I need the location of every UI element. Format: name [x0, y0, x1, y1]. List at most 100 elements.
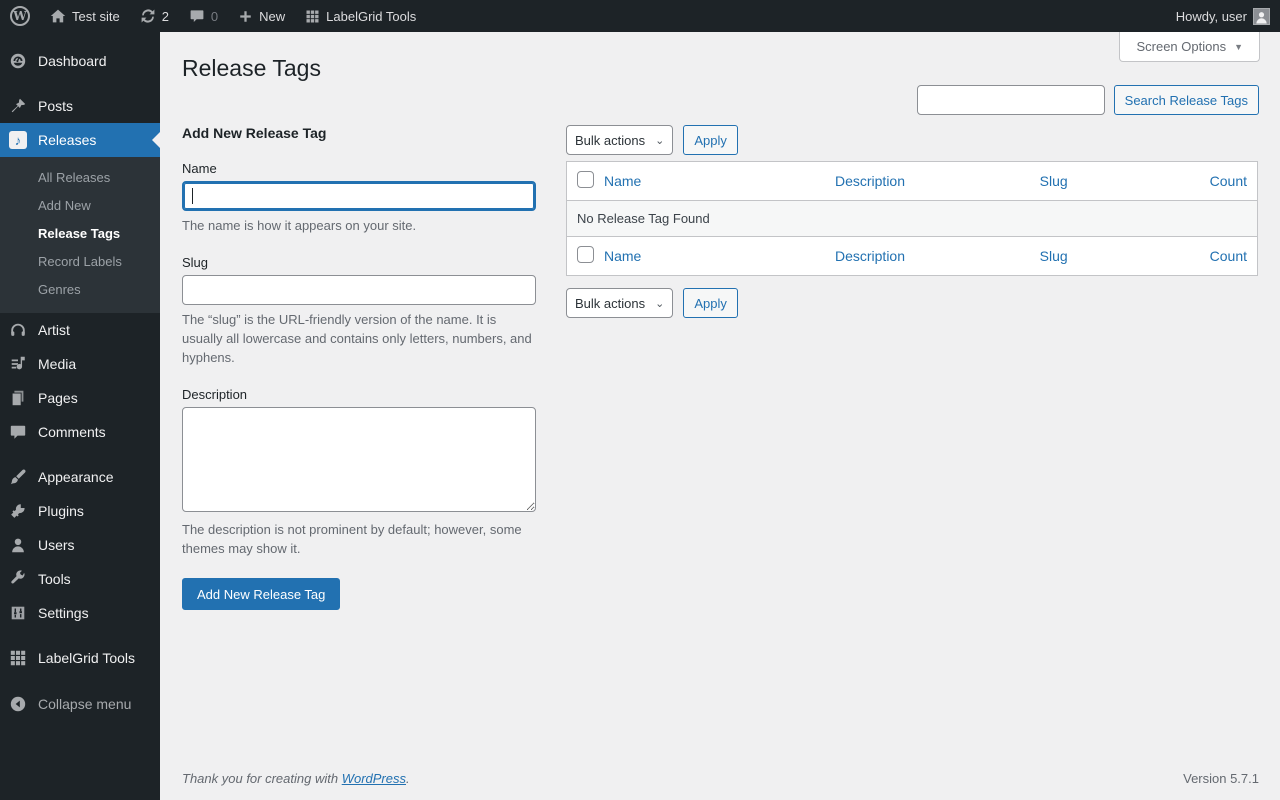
release-tags-table: Name Description Slug Count No Release T…: [566, 161, 1258, 276]
comments-menu[interactable]: 0: [179, 0, 228, 32]
site-name-label: Test site: [72, 8, 120, 24]
media-icon: [8, 354, 28, 374]
collapse-icon: [8, 694, 28, 714]
sidebar-item-plugins[interactable]: Plugins: [0, 494, 160, 528]
search-release-tags-button[interactable]: Search Release Tags: [1113, 85, 1259, 115]
comment-bubble-icon: [189, 8, 205, 24]
main-content: Screen Options ▼ Release Tags Search Rel…: [160, 32, 1280, 800]
sidebar-item-settings[interactable]: Settings: [0, 596, 160, 630]
comments-count: 0: [210, 8, 219, 24]
submenu-item-release-tags[interactable]: Release Tags: [0, 220, 160, 248]
add-tag-form: Add New Release Tag Name The name is how…: [182, 125, 536, 610]
labelgrid-tools-label: LabelGrid Tools: [326, 8, 417, 24]
sidebar-item-posts[interactable]: Posts: [0, 89, 160, 123]
columns: Add New Release Tag Name The name is how…: [160, 125, 1280, 610]
user-icon: [8, 535, 28, 555]
slug-input[interactable]: [182, 275, 536, 305]
table-footer-row: Name Description Slug Count: [567, 237, 1258, 276]
name-label: Name: [182, 161, 217, 176]
sidebar-item-pages[interactable]: Pages: [0, 381, 160, 415]
footer-thanks-period: .: [406, 771, 410, 786]
sidebar-item-label: Pages: [38, 390, 78, 406]
description-textarea[interactable]: [182, 407, 536, 512]
update-icon: [140, 8, 156, 24]
site-name-menu[interactable]: Test site: [40, 0, 130, 32]
menu-separator: [0, 449, 160, 460]
submenu-item-genres[interactable]: Genres: [0, 276, 160, 304]
sidebar-item-comments[interactable]: Comments: [0, 415, 160, 449]
sidebar-item-tools[interactable]: Tools: [0, 562, 160, 596]
sidebar-item-label: Settings: [38, 605, 89, 621]
updates-menu[interactable]: 2: [130, 0, 179, 32]
dashboard-icon: [8, 51, 28, 71]
search-input[interactable]: [916, 85, 1105, 115]
comment-icon: [8, 422, 28, 442]
slug-help-text: The “slug” is the URL-friendly version o…: [182, 312, 532, 365]
sort-by-slug-link[interactable]: Slug: [1040, 173, 1068, 189]
updates-count: 2: [161, 8, 169, 24]
add-new-release-tag-button[interactable]: Add New Release Tag: [182, 578, 341, 610]
sidebar-item-label: Comments: [38, 424, 106, 440]
description-help-text: The description is not prominent by defa…: [182, 522, 522, 556]
sort-by-count-link[interactable]: Count: [1210, 248, 1247, 264]
slug-field-group: Slug The “slug” is the URL-friendly vers…: [182, 255, 536, 367]
sidebar-item-artist[interactable]: Artist: [0, 313, 160, 347]
labelgrid-tools-menu[interactable]: LabelGrid Tools: [295, 0, 426, 32]
settings-icon: [8, 603, 28, 623]
plus-icon: [238, 9, 253, 24]
submenu-item-all-releases[interactable]: All Releases: [0, 164, 160, 192]
submenu-item-record-labels[interactable]: Record Labels: [0, 248, 160, 276]
sidebar-item-users[interactable]: Users: [0, 528, 160, 562]
sidebar-item-label: Users: [38, 537, 75, 553]
form-heading: Add New Release Tag: [182, 125, 327, 141]
apply-button-bottom[interactable]: Apply: [683, 288, 738, 318]
new-menu[interactable]: New: [228, 0, 295, 32]
sort-by-slug-link[interactable]: Slug: [1040, 248, 1068, 264]
sort-by-description-link[interactable]: Description: [835, 248, 905, 264]
collapse-menu-button[interactable]: Collapse menu: [0, 687, 160, 721]
pages-icon: [8, 388, 28, 408]
wordpress-link[interactable]: WordPress: [342, 771, 406, 786]
bulk-actions-select[interactable]: Bulk actions ⌄: [566, 125, 674, 155]
chevron-down-icon: ⌄: [655, 297, 665, 310]
sort-by-description-link[interactable]: Description: [835, 173, 905, 189]
sort-by-count-link[interactable]: Count: [1210, 173, 1247, 189]
page-header: Release Tags Search Release Tags: [160, 32, 1280, 125]
sidebar-item-dashboard[interactable]: Dashboard: [0, 44, 160, 78]
sidebar-item-label: Media: [38, 356, 77, 372]
account-menu[interactable]: Howdy, user: [1166, 0, 1280, 32]
sidebar-item-label: Plugins: [38, 503, 84, 519]
bulk-actions-toolbar-bottom: Bulk actions ⌄ Apply: [566, 288, 1258, 318]
home-icon: [50, 8, 66, 24]
bulk-actions-label: Bulk actions: [575, 132, 646, 148]
sidebar-item-releases[interactable]: ♪ Releases: [0, 123, 160, 157]
wordpress-logo-menu[interactable]: W: [0, 0, 40, 32]
select-all-checkbox-bottom[interactable]: [577, 246, 594, 263]
sort-by-name-link[interactable]: Name: [604, 173, 641, 189]
sidebar-item-media[interactable]: Media: [0, 347, 160, 381]
sort-by-name-link[interactable]: Name: [604, 248, 641, 264]
wordpress-logo-icon: W: [10, 6, 30, 26]
menu-separator: [0, 630, 160, 641]
table-header-row: Name Description Slug Count: [567, 162, 1258, 201]
sidebar-item-label: Dashboard: [38, 53, 107, 69]
submenu-item-add-new[interactable]: Add New: [0, 192, 160, 220]
bulk-actions-toolbar-top: Bulk actions ⌄ Apply: [566, 125, 1258, 155]
select-all-checkbox-top[interactable]: [577, 171, 594, 188]
sidebar-item-labelgrid-tools[interactable]: LabelGrid Tools: [0, 641, 160, 675]
search-form: Search Release Tags: [916, 85, 1259, 115]
headphones-icon: [8, 320, 28, 340]
sidebar-item-label: Posts: [38, 98, 74, 114]
grid-icon: [8, 648, 28, 668]
chevron-down-icon: ⌄: [655, 134, 665, 147]
name-input[interactable]: [182, 181, 536, 211]
sidebar-item-appearance[interactable]: Appearance: [0, 460, 160, 494]
footer-thanks: Thank you for creating with WordPress.: [182, 771, 410, 786]
bulk-actions-select-bottom[interactable]: Bulk actions ⌄: [566, 288, 674, 318]
description-label: Description: [182, 387, 248, 402]
apply-button-top[interactable]: Apply: [683, 125, 738, 155]
sidebar-item-label: Artist: [38, 322, 70, 338]
sidebar-item-label: Appearance: [38, 469, 114, 485]
admin-sidebar: Dashboard Posts ♪ Releases All Releases …: [0, 32, 160, 800]
footer-thanks-text: Thank you for creating with: [182, 771, 342, 786]
